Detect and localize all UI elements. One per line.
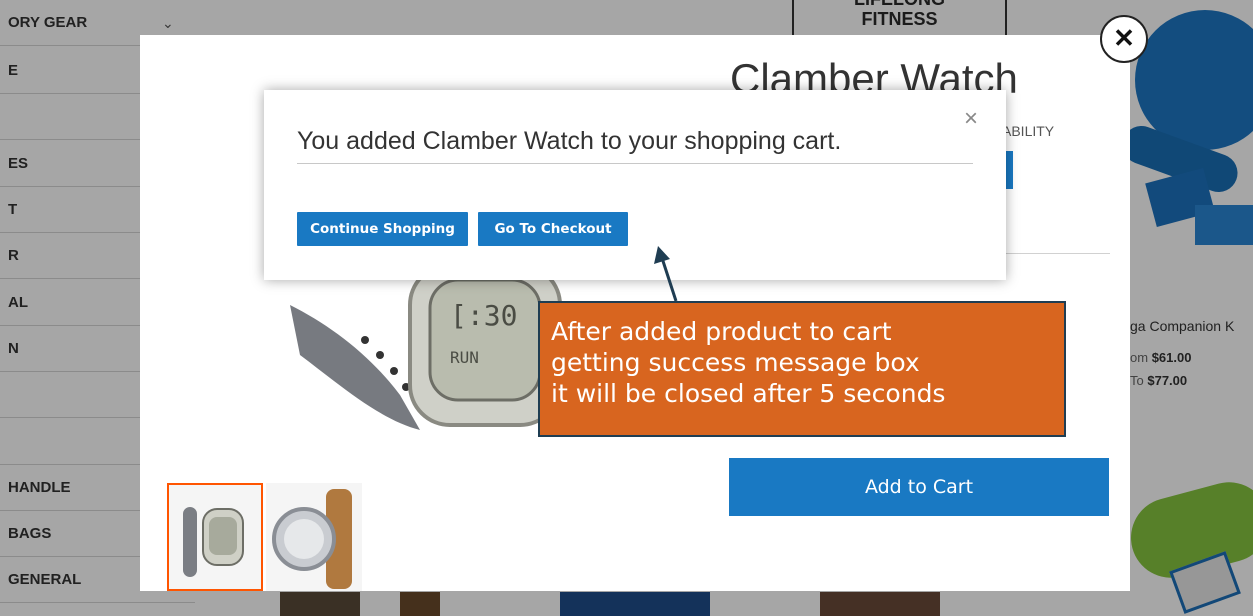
success-message: You added Clamber Watch to your shopping… [297, 127, 842, 155]
annotation-line: it will be closed after 5 seconds [551, 379, 946, 408]
annotation-line: After added product to cart [551, 317, 892, 346]
stock-availability: ABILITY [1002, 123, 1055, 139]
product-thumbnail[interactable] [167, 483, 263, 591]
svg-text:RUN: RUN [450, 348, 479, 367]
watch-thumbnail-image [183, 507, 244, 577]
close-icon[interactable]: × [964, 107, 978, 131]
success-message-box: You added Clamber Watch to your shopping… [264, 90, 1006, 280]
annotation-callout: After added product to cart getting succ… [538, 301, 1066, 437]
divider [297, 163, 973, 164]
close-icon[interactable]: ✕ [1100, 15, 1148, 63]
page: ORY GEAR ⌄ E ES T R AL N HANDLE BAGS GEN… [0, 0, 1253, 616]
product-thumbnail[interactable] [266, 483, 362, 591]
continue-shopping-button[interactable]: Continue Shopping [297, 212, 468, 246]
watch-thumbnail-image [272, 489, 352, 589]
annotation-line: getting success message box [551, 348, 920, 377]
add-to-cart-button[interactable]: Add to Cart [729, 458, 1109, 516]
svg-text:[:30: [:30 [450, 299, 517, 332]
go-to-checkout-button[interactable]: Go To Checkout [478, 212, 628, 246]
